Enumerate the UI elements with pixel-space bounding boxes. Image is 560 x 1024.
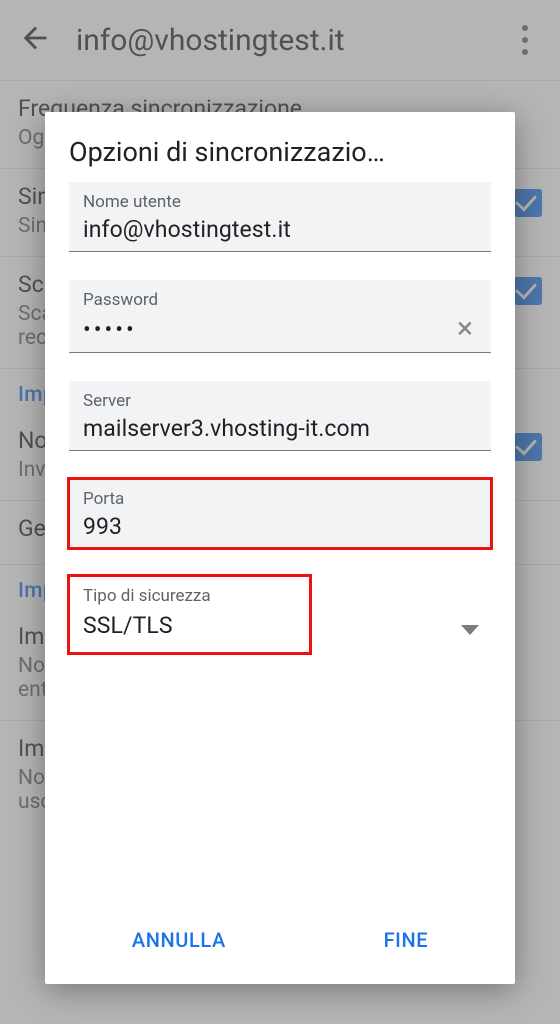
port-field[interactable]: Porta 993 xyxy=(69,479,491,548)
clear-icon[interactable]: × xyxy=(453,314,477,344)
sync-options-dialog: Opzioni di sincronizzazio… Nome utente i… xyxy=(45,112,515,984)
dialog-title: Opzioni di sincronizzazio… xyxy=(45,136,515,182)
field-value: 993 xyxy=(83,513,477,540)
field-value: ••••• xyxy=(83,316,453,343)
password-field[interactable]: Password ••••• × xyxy=(69,280,491,353)
dialog-body: Nome utente info@vhostingtest.it Passwor… xyxy=(45,182,515,900)
field-label: Tipo di sicurezza xyxy=(83,586,296,606)
username-field[interactable]: Nome utente info@vhostingtest.it xyxy=(69,182,491,252)
dialog-actions: ANNULLA FINE xyxy=(45,900,515,984)
done-button[interactable]: FINE xyxy=(366,918,447,962)
chevron-down-icon[interactable] xyxy=(461,625,479,635)
field-value: info@vhostingtest.it xyxy=(83,216,477,243)
server-field[interactable]: Server mailserver3.vhosting-it.com xyxy=(69,381,491,451)
security-type-field[interactable]: Tipo di sicurezza SSL/TLS xyxy=(69,576,310,653)
cancel-button[interactable]: ANNULLA xyxy=(114,918,244,962)
field-label: Password xyxy=(83,290,477,310)
field-label: Server xyxy=(83,391,477,411)
field-value: SSL/TLS xyxy=(83,612,173,639)
field-value: mailserver3.vhosting-it.com xyxy=(83,415,477,442)
field-label: Nome utente xyxy=(83,192,477,212)
field-label: Porta xyxy=(83,489,477,509)
